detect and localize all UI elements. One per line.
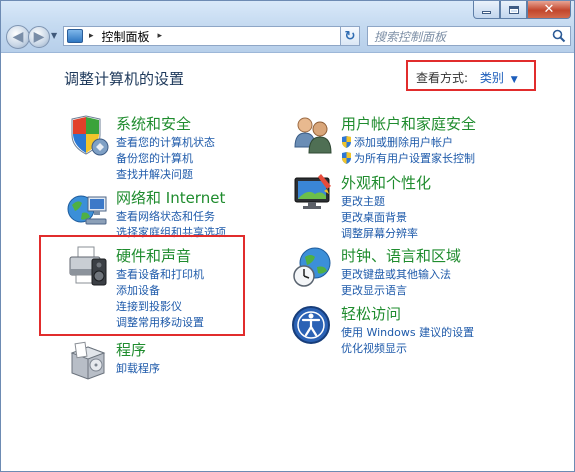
- control-panel-icon: [67, 29, 83, 43]
- link-parental-controls[interactable]: 为所有用户设置家长控制: [341, 151, 475, 167]
- network-globe-icon: [67, 195, 107, 225]
- link-recommended-settings[interactable]: 使用 Windows 建议的设置: [341, 325, 474, 341]
- link-add-remove-accounts[interactable]: 添加或删除用户帐户: [341, 135, 475, 151]
- link-change-keyboard[interactable]: 更改键盘或其他输入法: [341, 267, 451, 283]
- category-clock-language-region: 时钟、语言和区域 更改键盘或其他输入法 更改显示语言: [291, 245, 531, 297]
- link-uninstall-program[interactable]: 卸载程序: [116, 361, 160, 377]
- category-links: 更改主题 更改桌面背景 调整屏幕分辨率: [341, 194, 418, 242]
- monitor-paint-icon: [294, 174, 331, 209]
- uac-shield-icon: [342, 152, 351, 164]
- back-button[interactable]: ◀: [6, 25, 30, 49]
- breadcrumb-separator-2[interactable]: ▸: [158, 31, 163, 41]
- refresh-button[interactable]: ↻: [340, 26, 360, 46]
- link-add-remove-accounts-label: 添加或删除用户帐户: [354, 136, 453, 149]
- breadcrumb-separator[interactable]: ▸: [89, 31, 94, 41]
- link-adjust-resolution[interactable]: 调整屏幕分辨率: [341, 226, 418, 242]
- window-chrome: ✕ ◀ ▶ ▼ ▸ 控制面板 ▸ ▼ ↻ 搜索控制面板: [1, 1, 574, 53]
- category-ease-of-access: 轻松访问 使用 Windows 建议的设置 优化视频显示: [291, 303, 531, 355]
- category-title[interactable]: 外观和个性化: [341, 172, 431, 193]
- minimize-icon: [482, 11, 491, 14]
- back-arrow-icon: ◀: [12, 29, 24, 45]
- category-network-internet: 网络和 Internet 查看网络状态和任务 选择家庭组和共享选项: [66, 187, 286, 239]
- category-links: 使用 Windows 建议的设置 优化视频显示: [341, 325, 474, 357]
- category-links: 添加或删除用户帐户 为所有用户设置家长控制: [341, 135, 475, 167]
- link-optimize-visual-display[interactable]: 优化视频显示: [341, 341, 474, 357]
- clock-globe-icon: [293, 247, 331, 287]
- search-icon[interactable]: [552, 29, 566, 43]
- search-input[interactable]: 搜索控制面板: [367, 26, 571, 46]
- category-title[interactable]: 程序: [116, 339, 146, 360]
- category-links: 更改键盘或其他输入法 更改显示语言: [341, 267, 451, 299]
- recent-pages-dropdown[interactable]: ▼: [51, 31, 57, 40]
- category-title[interactable]: 轻松访问: [341, 303, 401, 324]
- control-panel-window: ✕ ◀ ▶ ▼ ▸ 控制面板 ▸ ▼ ↻ 搜索控制面板 调整计算机的设置 查看方…: [0, 0, 575, 472]
- link-change-desktop-background[interactable]: 更改桌面背景: [341, 210, 418, 226]
- category-system-security: 系统和安全 查看您的计算机状态 备份您的计算机 查找并解决问题: [66, 113, 286, 183]
- category-links: 查看您的计算机状态 备份您的计算机 查找并解决问题: [116, 135, 215, 183]
- category-appearance: 外观和个性化 更改主题 更改桌面背景 调整屏幕分辨率: [291, 172, 531, 240]
- programs-box-icon: [70, 341, 106, 380]
- window-buttons: ✕: [473, 1, 571, 19]
- category-links: 卸载程序: [116, 361, 160, 377]
- shield-flag-icon: [71, 115, 109, 156]
- link-view-computer-status[interactable]: 查看您的计算机状态: [116, 135, 215, 151]
- uac-shield-icon: [342, 136, 351, 148]
- maximize-button[interactable]: [500, 1, 527, 19]
- search-placeholder: 搜索控制面板: [374, 29, 447, 44]
- link-parental-controls-label: 为所有用户设置家长控制: [354, 152, 475, 165]
- address-bar[interactable]: ▸ 控制面板 ▸ ▼: [63, 26, 359, 46]
- highlight-box-hardware-sound: [39, 235, 245, 336]
- category-user-accounts: 用户帐户和家庭安全 添加或删除用户帐户 为所有用户设置家长控制: [291, 113, 531, 168]
- category-title[interactable]: 网络和 Internet: [116, 187, 225, 208]
- category-title[interactable]: 时钟、语言和区域: [341, 245, 461, 266]
- forward-button[interactable]: ▶: [28, 26, 50, 48]
- category-programs: 程序 卸载程序: [66, 339, 286, 387]
- ease-of-access-icon: [292, 306, 330, 344]
- breadcrumb-control-panel[interactable]: 控制面板: [102, 28, 150, 45]
- forward-arrow-icon: ▶: [33, 29, 45, 45]
- link-network-status[interactable]: 查看网络状态和任务: [116, 209, 226, 225]
- category-title[interactable]: 系统和安全: [116, 113, 191, 134]
- close-icon: ✕: [543, 2, 555, 17]
- refresh-icon: ↻: [344, 28, 356, 44]
- close-button[interactable]: ✕: [527, 1, 571, 19]
- highlight-box-view-by: [406, 60, 536, 91]
- users-icon: [294, 117, 332, 154]
- page-title: 调整计算机的设置: [64, 70, 185, 88]
- maximize-icon: [508, 5, 519, 14]
- link-backup-computer[interactable]: 备份您的计算机: [116, 151, 215, 167]
- link-change-theme[interactable]: 更改主题: [341, 194, 418, 210]
- minimize-button[interactable]: [473, 1, 500, 19]
- link-troubleshoot[interactable]: 查找并解决问题: [116, 167, 215, 183]
- category-title[interactable]: 用户帐户和家庭安全: [341, 113, 476, 134]
- link-change-display-language[interactable]: 更改显示语言: [341, 283, 451, 299]
